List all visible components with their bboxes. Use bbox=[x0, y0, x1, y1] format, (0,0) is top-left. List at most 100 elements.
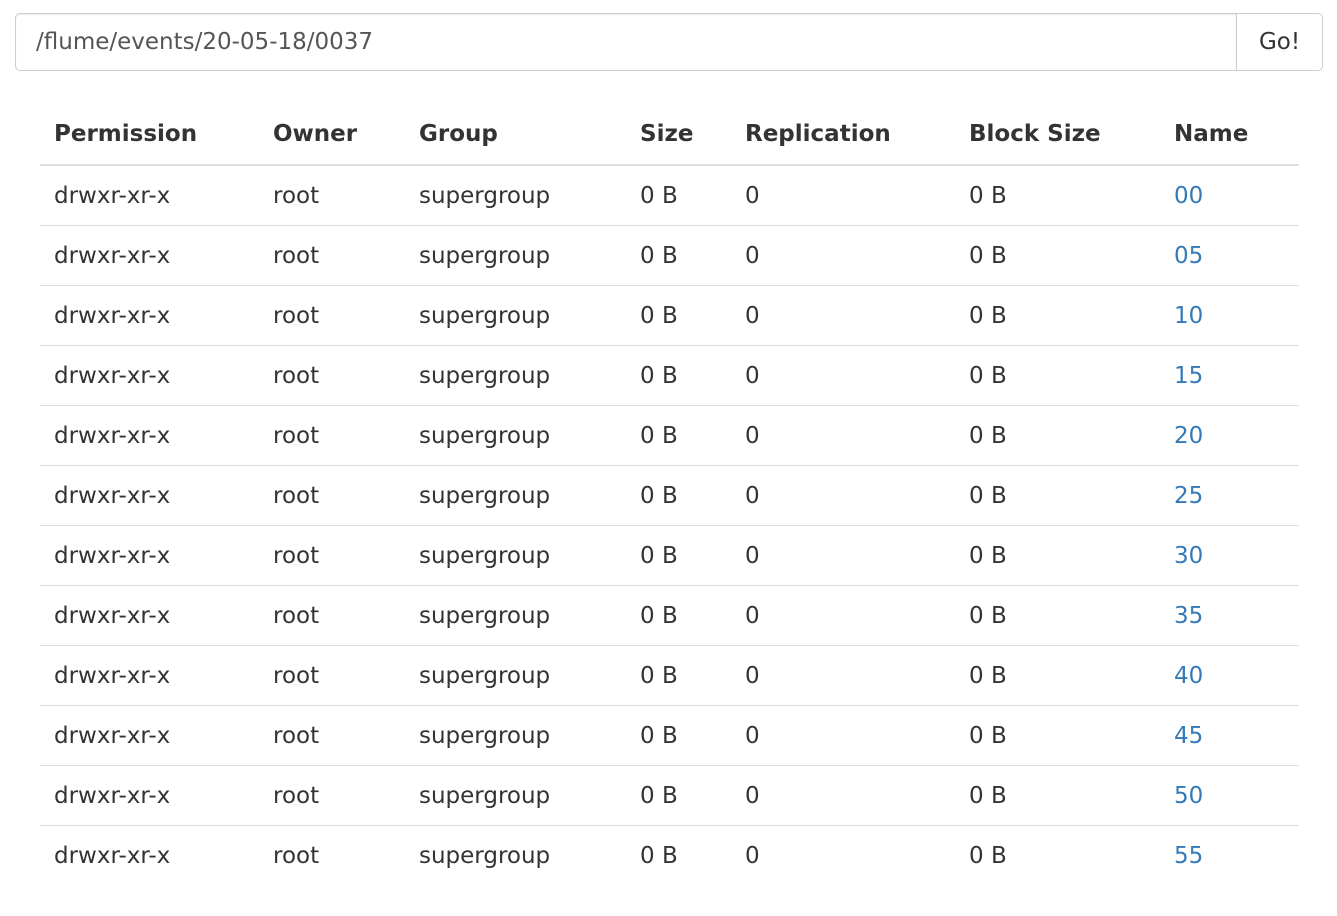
cell-group: supergroup bbox=[405, 705, 626, 766]
table-row: drwxr-xr-x root supergroup 0 B00 B 35 bbox=[40, 585, 1299, 646]
directory-link[interactable]: 10 bbox=[1174, 303, 1203, 329]
column-header-permission[interactable]: Permission bbox=[40, 103, 259, 166]
cell-name: 10 bbox=[1160, 285, 1299, 346]
column-header-group[interactable]: Group bbox=[405, 103, 626, 166]
directory-link[interactable]: 05 bbox=[1174, 243, 1203, 269]
cell-replication: 0 bbox=[731, 285, 955, 346]
cell-group: supergroup bbox=[405, 645, 626, 706]
cell-block-size: 0 B bbox=[969, 842, 1007, 869]
cell-name: 00 bbox=[1160, 165, 1299, 226]
cell-size: 0 B bbox=[626, 345, 731, 406]
cell-size: 0 B bbox=[626, 225, 731, 286]
cell-permission: drwxr-xr-x bbox=[40, 525, 259, 586]
cell-replication: 0 bbox=[731, 765, 955, 826]
directory-link[interactable]: 30 bbox=[1174, 543, 1203, 569]
cell-size: 0 B bbox=[626, 645, 731, 706]
column-header-block-size[interactable]: Block Size bbox=[955, 103, 1160, 166]
table-row: drwxr-xr-x root supergroup 0 B00 B 45 bbox=[40, 705, 1299, 766]
cell-block-size: 0 B bbox=[955, 765, 1160, 826]
cell-permission: drwxr-xr-x bbox=[40, 705, 259, 766]
directory-link[interactable]: 50 bbox=[1174, 783, 1203, 809]
cell-name: 05 bbox=[1160, 225, 1299, 286]
table-row: drwxr-xr-x root supergroup 0 B00 B 30 bbox=[40, 525, 1299, 586]
table-body: drwxr-xr-x root supergroup 0 B00 B 00 drwxr-x… bbox=[40, 165, 1299, 885]
header-row: Permission Owner Group Size Replication … bbox=[40, 103, 1299, 166]
cell-group: supergroup bbox=[405, 165, 626, 226]
directory-link[interactable]: 20 bbox=[1174, 423, 1203, 449]
cell-group: supergroup bbox=[419, 842, 551, 869]
cell-group: supergroup bbox=[405, 345, 626, 406]
cell-size: 0 B bbox=[626, 405, 731, 466]
cell-group: supergroup bbox=[405, 285, 626, 346]
cell-name: 30 bbox=[1160, 525, 1299, 586]
cell-group: supergroup bbox=[405, 525, 626, 586]
cell-size: 0 B bbox=[640, 842, 678, 869]
path-input[interactable] bbox=[15, 13, 1236, 71]
cell-block-size: 0 B bbox=[955, 345, 1160, 406]
cell-block-size: 0 B bbox=[955, 165, 1160, 226]
cell-group: supergroup bbox=[405, 585, 626, 646]
cell-replication: 0 bbox=[731, 165, 955, 226]
column-header-replication[interactable]: Replication bbox=[731, 103, 955, 166]
cell-block-size: 0 B bbox=[955, 585, 1160, 646]
cell-owner: root bbox=[259, 465, 405, 526]
go-button[interactable]: Go! bbox=[1236, 13, 1323, 71]
cell-permission: drwxr-xr-x bbox=[40, 225, 259, 286]
cell-permission: drwxr-xr-x bbox=[40, 765, 259, 826]
directory-link[interactable]: 55 bbox=[1174, 843, 1203, 869]
cell-size: 0 B bbox=[626, 585, 731, 646]
cell-permission: drwxr-xr-x bbox=[40, 645, 259, 706]
cell-replication: 0 bbox=[745, 842, 760, 869]
cell-group: supergroup bbox=[405, 765, 626, 826]
cell-permission: drwxr-xr-x bbox=[40, 165, 259, 226]
cell-block-size: 0 B bbox=[955, 525, 1160, 586]
file-listing-table: Permission Owner Group Size Replication … bbox=[40, 103, 1299, 885]
table-header: Permission Owner Group Size Replication … bbox=[40, 103, 1299, 166]
column-header-name[interactable]: Name bbox=[1160, 103, 1299, 166]
cell-group: supergroup bbox=[405, 225, 626, 286]
cell-name: 55 bbox=[1160, 826, 1299, 886]
cell-replication: 0 bbox=[731, 585, 955, 646]
cell-block-size: 0 B bbox=[955, 465, 1160, 526]
column-header-owner[interactable]: Owner bbox=[259, 103, 405, 166]
path-bar: Go! bbox=[15, 13, 1323, 71]
cell-permission: drwxr-xr-x bbox=[40, 585, 259, 646]
cell-owner: root bbox=[259, 285, 405, 346]
cell-name: 15 bbox=[1160, 345, 1299, 406]
cell-name: 40 bbox=[1160, 645, 1299, 706]
cell-name: 25 bbox=[1160, 465, 1299, 526]
cell-size: 0 B bbox=[626, 525, 731, 586]
column-header-size[interactable]: Size bbox=[626, 103, 731, 166]
cell-replication: 0 bbox=[731, 345, 955, 406]
cell-size: 0 B bbox=[626, 765, 731, 826]
cell-replication: 0 bbox=[731, 525, 955, 586]
table-row: drwxr-xr-x root supergroup 0 B00 B 10 bbox=[40, 285, 1299, 346]
cell-owner: root bbox=[259, 645, 405, 706]
cell-size: 0 B bbox=[626, 705, 731, 766]
cell-owner: root bbox=[259, 225, 405, 286]
table-row: drwxr-xr-x root supergroup 0 B00 B 05 bbox=[40, 225, 1299, 286]
cell-permission: drwxr-xr-x bbox=[54, 842, 171, 869]
directory-link[interactable]: 35 bbox=[1174, 603, 1203, 629]
table-row: drwxr-xr-x root supergroup 0 B00 B 25 bbox=[40, 465, 1299, 526]
directory-link[interactable]: 00 bbox=[1174, 183, 1203, 209]
cell-replication: 0 bbox=[731, 645, 955, 706]
cell-name: 20 bbox=[1160, 405, 1299, 466]
directory-link[interactable]: 45 bbox=[1174, 723, 1203, 749]
directory-link[interactable]: 25 bbox=[1174, 483, 1203, 509]
cell-permission: drwxr-xr-x bbox=[40, 285, 259, 346]
hdfs-browser-page: Go! Permission Owner Group Size Replicat… bbox=[0, 0, 1337, 916]
cell-owner: root bbox=[259, 525, 405, 586]
cell-permission: drwxr-xr-x bbox=[40, 465, 259, 526]
table-row: drwxr-xr-x root supergroup 0 B00 B 40 bbox=[40, 645, 1299, 706]
cell-group: supergroup bbox=[405, 465, 626, 526]
cell-block-size: 0 B bbox=[955, 705, 1160, 766]
table-row: drwxr-xr-x root supergroup 0 B 0 0 B 55 bbox=[40, 826, 1299, 886]
directory-link[interactable]: 40 bbox=[1174, 663, 1203, 689]
cell-block-size: 0 B bbox=[955, 285, 1160, 346]
cell-size: 0 B bbox=[626, 465, 731, 526]
cell-size: 0 B bbox=[626, 165, 731, 226]
cell-permission: drwxr-xr-x bbox=[40, 345, 259, 406]
cell-block-size: 0 B bbox=[955, 645, 1160, 706]
directory-link[interactable]: 15 bbox=[1174, 363, 1203, 389]
